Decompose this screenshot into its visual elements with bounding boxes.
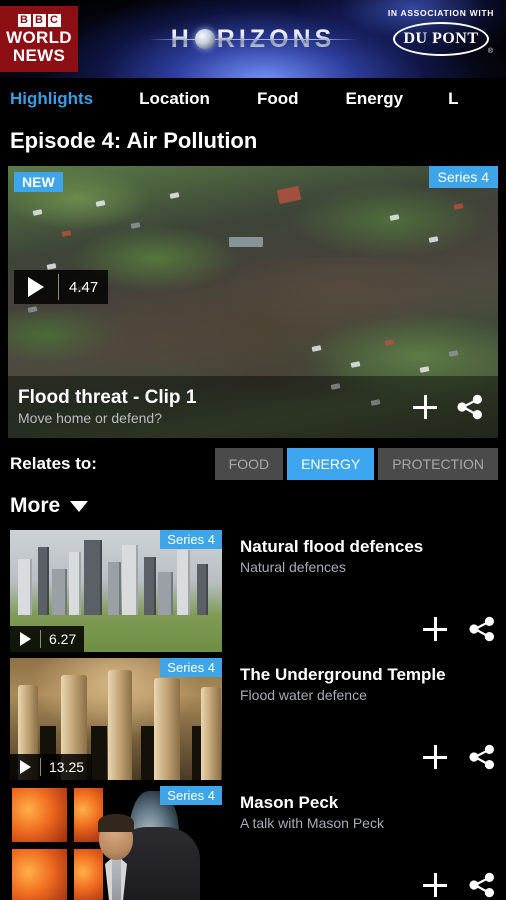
hero-caption-text: Flood threat - Clip 1 Move home or defen… [18,387,410,427]
hero-caption-bar: Flood threat - Clip 1 Move home or defen… [8,376,498,438]
relates-to-label: Relates to: [10,454,97,473]
badge-series: Series 4 [428,166,498,188]
dupont-logo: DU PONT ® [393,22,493,56]
registered-mark-icon: ® [487,48,493,55]
dupont-wordmark: DU PONT [403,30,479,47]
bbc-letter-b2: B [32,13,46,27]
tab-highlights[interactable]: Highlights [10,89,93,109]
badge-new: NEW [14,172,63,192]
video-meta: Mason Peck A talk with Mason Peck [222,786,506,900]
relates-to-chips: FOOD ENERGY PROTECTION [214,448,498,480]
hero-subtitle: Move home or defend? [18,410,162,426]
hero-action-buttons [410,392,488,422]
video-subtitle: A talk with Mason Peck [240,815,384,831]
video-action-buttons [420,870,496,900]
tie-decoration [111,859,121,900]
share-icon[interactable] [468,615,496,643]
hero-duration: 4.47 [69,278,99,296]
chip-energy[interactable]: ENERGY [287,448,375,480]
horizons-letters-rizons: RIZONS [216,24,336,53]
more-label: More [10,494,61,517]
badge-series: Series 4 [160,786,222,805]
hair-decoration [98,814,134,833]
share-icon[interactable] [456,393,484,421]
chip-food[interactable]: FOOD [214,448,284,480]
tab-food[interactable]: Food [257,89,299,109]
plus-icon[interactable] [410,392,440,422]
plus-icon[interactable] [420,870,450,900]
hero-video-card[interactable]: NEW Series 4 4.47 Flood threat - Clip 1 … [8,166,498,438]
video-subtitle: Natural defences [240,559,346,575]
category-tabbar[interactable]: Highlights Location Food Energy L [0,78,506,120]
bbc-news-text: NEWS [12,45,66,65]
video-thumbnail[interactable]: Series 4 [10,786,222,900]
bbc-world-text: WORLD [6,27,72,47]
bbc-letter-b1: B [17,13,31,27]
play-icon[interactable] [10,632,40,646]
brand-header: B B C WORLD NEWS H RIZONS IN ASSOCIATION… [0,0,506,78]
play-icon[interactable] [14,277,58,297]
list-item[interactable]: Series 4 13.25 The Underground Temple Fl… [0,658,506,784]
plus-icon[interactable] [420,742,450,772]
video-action-buttons [420,614,496,644]
video-duration: 6.27 [49,631,77,647]
tab-energy[interactable]: Energy [346,89,404,109]
hero-play-control[interactable]: 4.47 [14,270,109,304]
association-label: IN ASSOCIATION WITH [387,8,495,18]
badge-series: Series 4 [160,530,222,549]
play-control[interactable]: 13.25 [10,754,93,780]
video-subtitle: Flood water defence [240,687,367,703]
badge-series: Series 4 [160,658,222,677]
list-item[interactable]: Series 4 Mason Peck A talk with Mason Pe… [0,786,506,900]
video-title: Natural flood defences [240,537,424,556]
video-thumbnail[interactable]: Series 4 13.25 [10,658,222,780]
video-title: Mason Peck [240,793,339,812]
plus-icon[interactable] [420,614,450,644]
share-icon[interactable] [468,871,496,899]
chip-protection[interactable]: PROTECTION [378,448,498,480]
chevron-down-icon[interactable] [70,500,89,512]
horizons-wordmark: H RIZONS [148,22,358,56]
video-meta: Natural flood defences Natural defences [222,530,506,656]
relates-to-row: Relates to: FOOD ENERGY PROTECTION [0,438,506,490]
tab-location[interactable]: Location [139,89,210,109]
horizons-title-text: H RIZONS [171,25,336,54]
video-duration: 13.25 [49,759,85,775]
more-toggle[interactable]: More [0,490,506,530]
video-title: The Underground Temple [240,665,446,684]
video-thumbnail[interactable]: Series 4 6.27 [10,530,222,652]
bbc-world-news-logo: B B C WORLD NEWS [0,6,78,72]
share-icon[interactable] [468,743,496,771]
tab-next-partial[interactable]: L [448,89,458,109]
moon-icon [194,29,215,49]
horizons-letter-h: H [170,24,193,53]
bbc-letter-blocks: B B C [17,13,61,27]
page-title: Episode 4: Air Pollution [10,128,258,153]
play-icon[interactable] [10,760,40,774]
video-meta: The Underground Temple Flood water defen… [222,658,506,784]
hero-title: Flood threat - Clip 1 [18,387,197,408]
bbc-letter-c: C [47,13,61,27]
video-action-buttons [420,742,496,772]
sponsor-block: IN ASSOCIATION WITH DU PONT ® [382,8,500,56]
play-control[interactable]: 6.27 [10,626,85,652]
video-list: Series 4 6.27 Natural flood defences Nat… [0,530,506,900]
list-item[interactable]: Series 4 6.27 Natural flood defences Nat… [0,530,506,656]
